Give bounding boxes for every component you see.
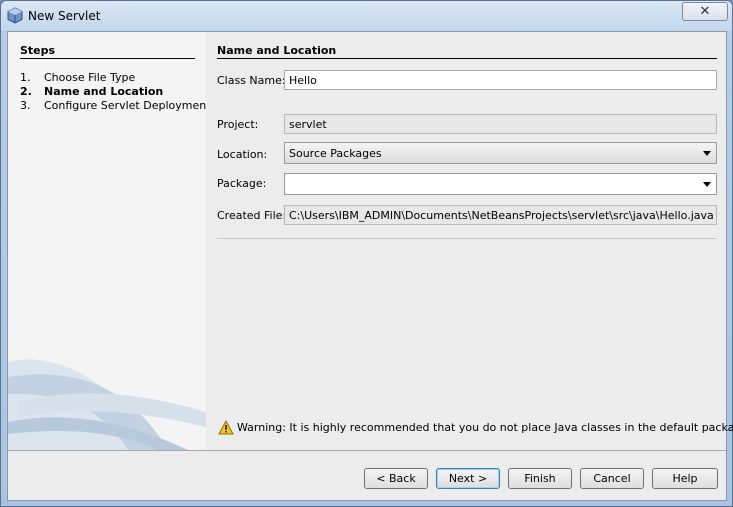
close-icon: ✕ — [699, 4, 711, 19]
title-bar[interactable]: New Servlet ✕ — [1, 1, 732, 31]
created-file-field: C:\Users\IBM_ADMIN\Documents\NetBeansPro… — [284, 205, 717, 225]
warning-triangle-icon — [218, 420, 234, 435]
dialog-window: New Servlet ✕ Steps 1. Choose File Type 2… — [0, 0, 733, 507]
class-name-label: Class Name: — [217, 74, 286, 87]
form-separator — [217, 238, 717, 239]
package-label: Package: — [217, 177, 267, 190]
location-label: Location: — [217, 148, 268, 161]
class-name-input[interactable]: Hello — [284, 70, 717, 90]
window-title: New Servlet — [28, 9, 101, 23]
package-combobox[interactable] — [284, 173, 717, 195]
cancel-button[interactable]: Cancel — [580, 468, 644, 489]
back-button[interactable]: < Back — [364, 468, 428, 489]
step-label: Configure Servlet Deployment — [44, 99, 206, 112]
steps-panel: Steps 1. Choose File Type 2. Name and Loca… — [8, 32, 206, 450]
project-label: Project: — [217, 118, 259, 131]
decorative-swoosh-graphic — [8, 359, 206, 450]
help-button[interactable]: Help — [652, 468, 718, 489]
step-configure-servlet-deployment: 3. Configure Servlet Deployment — [20, 99, 206, 112]
step-choose-file-type: 1. Choose File Type — [20, 71, 135, 84]
step-number: 2. — [20, 85, 32, 98]
location-dropdown[interactable]: Source Packages — [284, 142, 717, 164]
steps-divider — [20, 58, 195, 59]
dialog-content: Steps 1. Choose File Type 2. Name and Loca… — [7, 31, 733, 501]
next-button[interactable]: Next > — [436, 468, 500, 489]
name-and-location-panel: Name and Location Class Name: Hello Proj… — [206, 32, 733, 450]
section-divider — [217, 58, 717, 59]
project-field: servlet — [284, 114, 717, 134]
chevron-down-icon — [703, 151, 711, 156]
location-selected-value: Source Packages — [289, 147, 382, 160]
section-title: Name and Location — [217, 44, 337, 57]
steps-title: Steps — [20, 44, 56, 57]
netbeans-cube-icon — [7, 7, 23, 24]
step-name-and-location: 2. Name and Location — [20, 85, 163, 98]
step-label: Choose File Type — [44, 71, 136, 84]
chevron-down-icon — [703, 182, 711, 187]
finish-button[interactable]: Finish — [508, 468, 572, 489]
close-button[interactable]: ✕ — [682, 2, 728, 21]
created-file-label: Created File: — [217, 209, 287, 222]
step-number: 3. — [20, 99, 31, 112]
step-label: Name and Location — [44, 85, 164, 98]
button-bar-separator — [8, 450, 726, 451]
step-number: 1. — [20, 71, 31, 84]
warning-message: Warning: It is highly recommended that y… — [218, 420, 733, 435]
warning-text: Warning: It is highly recommended that y… — [237, 421, 733, 434]
